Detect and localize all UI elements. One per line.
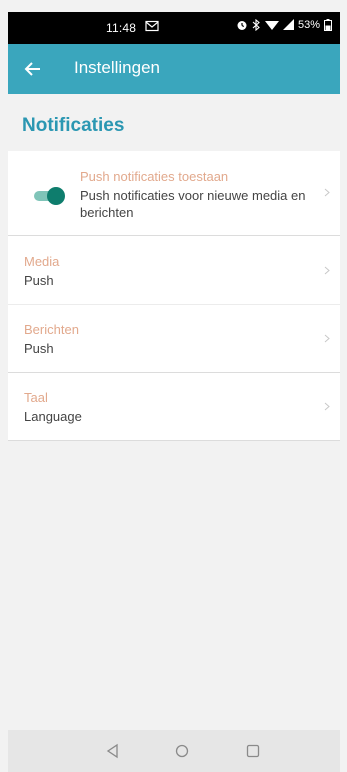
berichten-label: Berichten <box>24 322 79 337</box>
section-title-notificaties: Notificaties <box>22 115 125 136</box>
berichten-value: Push <box>24 341 54 356</box>
push-notifications-row[interactable]: Push notificaties toestaan Push notifica… <box>8 151 340 235</box>
status-bar: 11:48 53% <box>8 12 340 44</box>
wifi-icon <box>264 21 279 30</box>
media-value: Push <box>24 273 54 288</box>
divider <box>8 440 340 441</box>
nav-recents-icon[interactable] <box>244 742 262 760</box>
signal-icon <box>282 19 294 30</box>
nav-home-icon[interactable] <box>173 742 191 760</box>
page-title: Instellingen <box>74 58 161 77</box>
taal-setting-row[interactable]: Taal Language <box>8 373 340 440</box>
mail-icon <box>145 20 159 32</box>
nav-back-icon[interactable] <box>104 742 122 760</box>
battery-percent: 53% <box>297 19 320 31</box>
media-label: Media <box>24 254 60 269</box>
taal-label: Taal <box>24 390 48 405</box>
chevron-right-icon <box>324 334 330 343</box>
chevron-right-icon <box>324 402 330 411</box>
app-bar: Instellingen <box>8 44 340 94</box>
chevron-right-icon <box>324 188 330 197</box>
back-arrow-icon[interactable] <box>24 60 42 78</box>
berichten-setting-row[interactable]: Berichten Push <box>8 305 340 372</box>
push-notifications-description: Push notificaties voor nieuwe media en b… <box>80 188 306 220</box>
system-nav-bar <box>8 730 340 772</box>
settings-content: Notificaties Push notificaties toestaan … <box>8 94 340 730</box>
push-notifications-title: Push notificaties toestaan <box>80 169 229 184</box>
alarm-icon <box>237 21 247 30</box>
toggle-thumb <box>47 187 65 205</box>
chevron-right-icon <box>324 266 330 275</box>
bluetooth-icon <box>252 19 260 31</box>
taal-value: Language <box>24 409 82 424</box>
battery-icon <box>324 19 332 31</box>
screen: 11:48 53% Instellingen Notificaties Push… <box>0 0 347 772</box>
push-notifications-toggle[interactable] <box>34 187 65 205</box>
status-time: 11:48 <box>106 21 137 35</box>
media-setting-row[interactable]: Media Push <box>8 236 340 304</box>
status-icons: 53% <box>236 19 332 31</box>
